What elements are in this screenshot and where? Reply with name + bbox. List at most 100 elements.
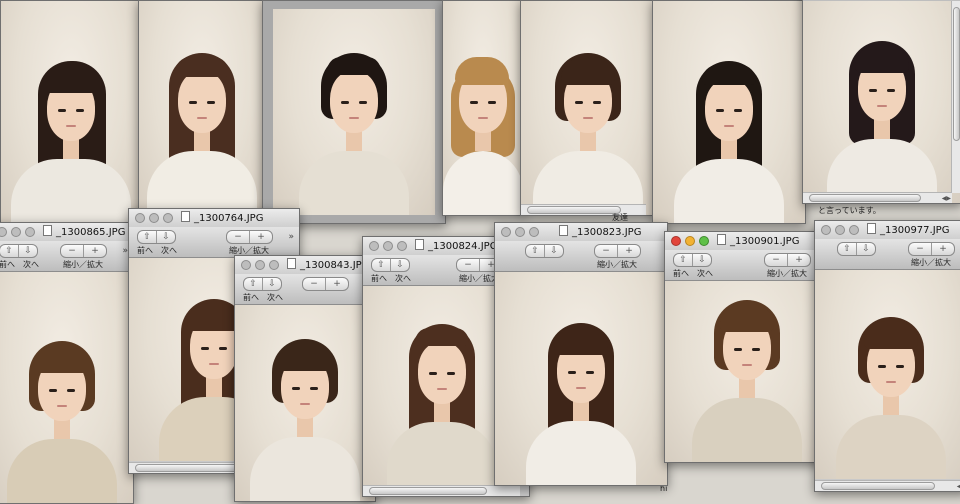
zoom-in-button[interactable]: + <box>84 245 106 257</box>
photo-window-1300977[interactable]: _1300977.JPG ⇧⇩ −+ 縮小／拡大 ◀▶ <box>814 220 960 492</box>
portrait <box>526 315 636 485</box>
minimize-button[interactable] <box>255 260 265 270</box>
prev-arrow-icon[interactable]: ⇧ <box>244 278 263 290</box>
zoom-out-button[interactable]: − <box>457 259 480 271</box>
zoom-in-button[interactable]: + <box>788 254 810 266</box>
zoom-in-button[interactable]: + <box>618 245 640 257</box>
photo-window-1300823[interactable]: _1300823.JPG ⇧ ⇩ − + 縮小／拡大 <box>494 222 668 486</box>
nav-segmented-control[interactable]: ⇧ ⇩ <box>371 258 410 272</box>
close-button[interactable] <box>821 225 831 235</box>
prev-arrow-icon[interactable]: ⇧ <box>526 245 545 257</box>
zoom-in-button[interactable]: + <box>326 278 348 290</box>
close-button[interactable] <box>671 236 681 246</box>
minimize-button[interactable] <box>835 225 845 235</box>
window-controls[interactable] <box>821 225 859 235</box>
zoom-button[interactable] <box>269 260 279 270</box>
portrait <box>7 333 117 503</box>
photo-canvas <box>495 272 667 485</box>
window-controls[interactable] <box>241 260 279 270</box>
photo-window-top-3[interactable] <box>262 0 446 224</box>
window-controls[interactable] <box>671 236 709 246</box>
vertical-scrollbar[interactable] <box>951 1 960 193</box>
photo-window-top-2[interactable] <box>138 0 266 216</box>
zoom-button[interactable] <box>163 213 173 223</box>
close-button[interactable] <box>241 260 251 270</box>
prev-arrow-icon[interactable]: ⇧ <box>372 259 391 271</box>
zoom-button[interactable] <box>397 241 407 251</box>
photo-window-top-1[interactable] <box>0 0 142 224</box>
zoom-out-button[interactable]: − <box>765 254 788 266</box>
scroll-arrows-icon[interactable]: ◀▶ <box>942 195 951 202</box>
minimize-button[interactable] <box>149 213 159 223</box>
nav-segmented-control[interactable]: ⇧ ⇩ <box>243 277 282 291</box>
minimize-button[interactable] <box>685 236 695 246</box>
next-arrow-icon[interactable]: ⇩ <box>391 259 409 271</box>
next-arrow-icon[interactable]: ⇩ <box>19 245 37 257</box>
nav-segmented-control[interactable]: ⇧ ⇩ <box>837 242 876 256</box>
zoom-button[interactable] <box>849 225 859 235</box>
photo-window-top-4[interactable] <box>442 0 524 216</box>
horizontal-scrollbar[interactable]: ◀▶ <box>815 480 960 491</box>
photo-window-1300901[interactable]: _1300901.JPG ⇧ ⇩ − + 前へ 次へ 縮小／拡大 <box>664 231 838 463</box>
window-controls[interactable] <box>369 241 407 251</box>
zoom-label: 縮小／拡大 <box>63 260 103 269</box>
photo-window-1300865[interactable]: _1300865.JPG ⇧ ⇩ − + 前へ 次へ 縮小／拡大 » <box>0 222 134 504</box>
zoom-out-button[interactable]: − <box>595 245 618 257</box>
close-button[interactable] <box>369 241 379 251</box>
photo-window-top-7[interactable]: 前へ 次へ 縮小／拡大 ◀▶ <box>802 0 960 204</box>
zoom-out-button[interactable]: − <box>303 278 326 290</box>
prev-arrow-icon[interactable]: ⇧ <box>674 254 693 266</box>
zoom-in-button[interactable]: + <box>932 243 954 255</box>
zoom-segmented-control[interactable]: − + <box>226 230 273 244</box>
close-button[interactable] <box>501 227 511 237</box>
nav-segmented-control[interactable]: ⇧ ⇩ <box>673 253 712 267</box>
zoom-segmented-control[interactable]: − + <box>302 277 349 291</box>
close-button[interactable] <box>135 213 145 223</box>
zoom-out-button[interactable]: − <box>227 231 250 243</box>
zoom-button[interactable] <box>25 227 35 237</box>
title-bar[interactable]: _1300865.JPG <box>0 223 133 242</box>
next-arrow-icon[interactable]: ⇩ <box>693 254 711 266</box>
document-icon <box>287 258 296 269</box>
nav-segmented-control[interactable]: ⇧ ⇩ <box>137 230 176 244</box>
nav-segmented-control[interactable]: ⇧ ⇩ <box>525 244 564 258</box>
title-bar[interactable]: _1300977.JPG <box>815 221 960 240</box>
nav-segmented-control[interactable]: ⇧ ⇩ <box>0 244 38 258</box>
zoom-button[interactable] <box>529 227 539 237</box>
horizontal-scrollbar[interactable] <box>363 485 520 496</box>
title-bar[interactable]: _1300764.JPG <box>129 209 299 228</box>
minimize-button[interactable] <box>11 227 21 237</box>
close-button[interactable] <box>0 227 7 237</box>
next-arrow-icon[interactable]: ⇩ <box>157 231 175 243</box>
zoom-out-button[interactable]: − <box>61 245 84 257</box>
window-controls[interactable] <box>135 213 173 223</box>
photo-window-1300843[interactable]: _1300843.JPG ⇧⇩ −+ 前へ 次へ » <box>234 255 376 502</box>
minimize-button[interactable] <box>383 241 393 251</box>
title-bar[interactable]: _1300843.JPG <box>235 256 375 275</box>
zoom-segmented-control[interactable]: − + <box>60 244 107 258</box>
next-arrow-icon[interactable]: ⇩ <box>545 245 563 257</box>
window-title: _1300843.JPG <box>287 258 369 271</box>
zoom-segmented-control[interactable]: − + <box>908 242 955 256</box>
toolbar-overflow-icon[interactable]: » <box>288 232 294 242</box>
zoom-in-button[interactable]: + <box>250 231 272 243</box>
title-bar[interactable]: _1300901.JPG <box>665 232 837 251</box>
title-bar[interactable]: _1300823.JPG <box>495 223 667 242</box>
photo-window-top-6[interactable] <box>652 0 806 224</box>
next-arrow-icon[interactable]: ⇩ <box>263 278 281 290</box>
window-controls[interactable] <box>0 227 35 237</box>
window-toolbar: ⇧ ⇩ − + 前へ 次へ 縮小／拡大 » <box>129 227 299 258</box>
zoom-button[interactable] <box>699 236 709 246</box>
zoom-out-button[interactable]: − <box>909 243 932 255</box>
prev-arrow-icon[interactable]: ⇧ <box>138 231 157 243</box>
photo-window-top-5[interactable] <box>520 0 656 216</box>
window-title: _1300977.JPG <box>867 223 949 236</box>
next-arrow-icon[interactable]: ⇩ <box>857 243 875 255</box>
window-controls[interactable] <box>501 227 539 237</box>
prev-arrow-icon[interactable]: ⇧ <box>0 245 19 257</box>
zoom-segmented-control[interactable]: − + <box>594 244 641 258</box>
minimize-button[interactable] <box>515 227 525 237</box>
zoom-segmented-control[interactable]: − + <box>764 253 811 267</box>
prev-arrow-icon[interactable]: ⇧ <box>838 243 857 255</box>
horizontal-scrollbar[interactable]: ◀▶ <box>803 192 952 203</box>
